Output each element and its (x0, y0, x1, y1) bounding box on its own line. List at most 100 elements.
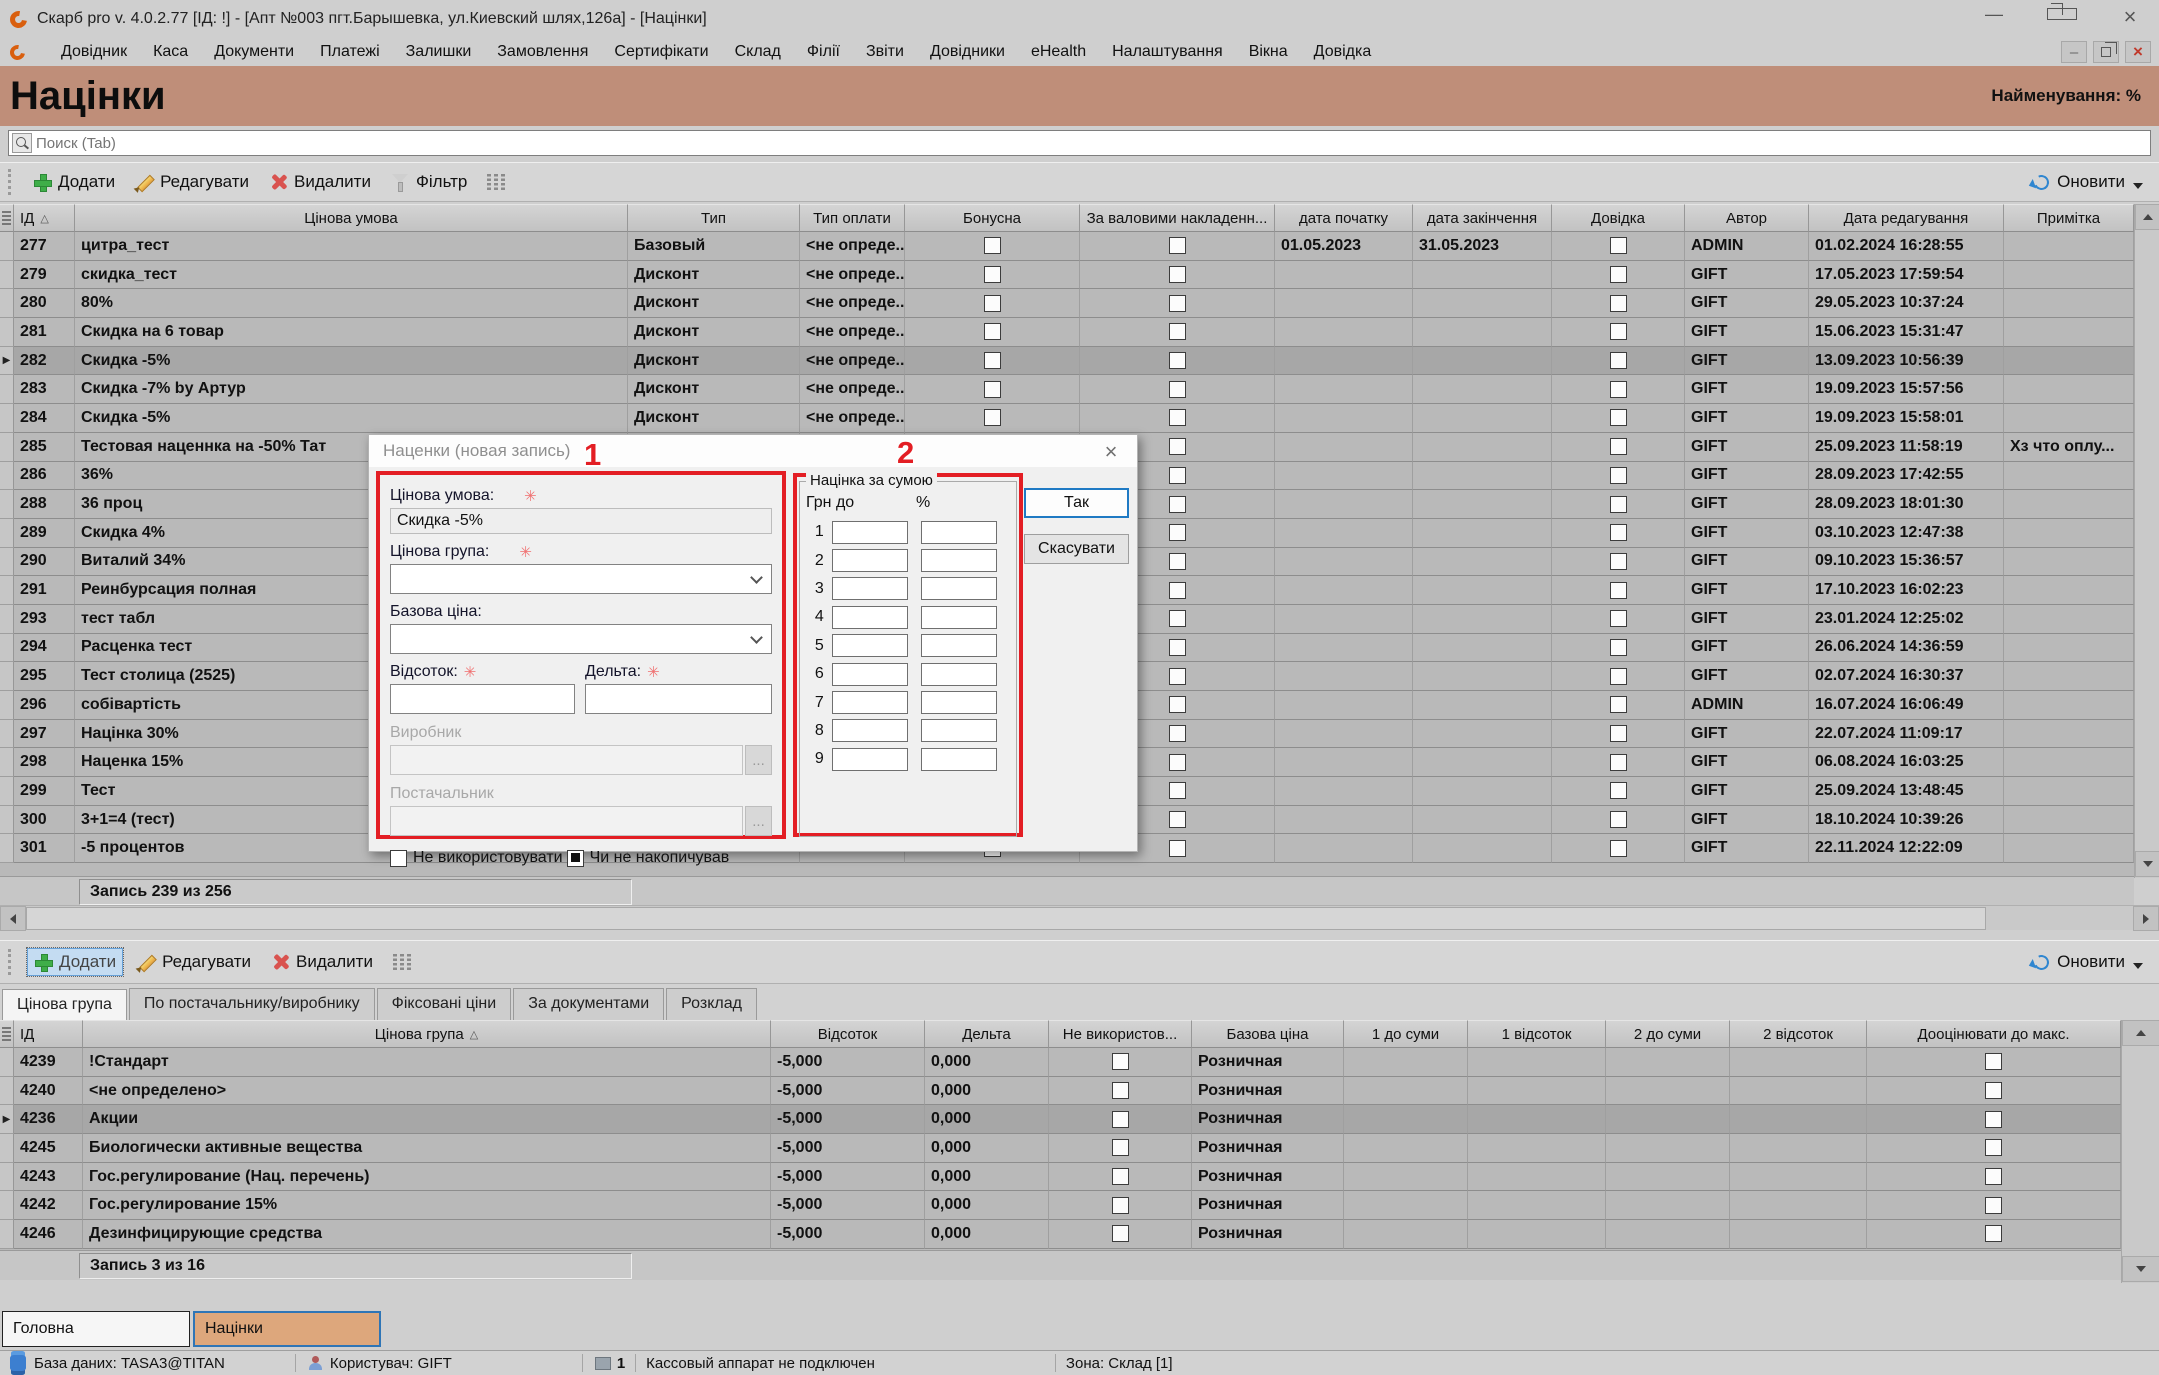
cell-s1[interactable] (1344, 1077, 1468, 1106)
cell-base[interactable]: Розничная (1192, 1048, 1344, 1077)
cell-id[interactable]: 279 (14, 261, 75, 290)
cell-p1[interactable] (1468, 1191, 1606, 1220)
cell-type[interactable]: Базовый (628, 232, 800, 261)
cell-s2[interactable] (1606, 1077, 1730, 1106)
column-header-max[interactable]: Дооцінювати до макс. (1867, 1020, 2121, 1048)
row-select-gutter[interactable] (0, 691, 14, 720)
cell-percent[interactable]: -5,000 (771, 1191, 925, 1220)
cell-date_from[interactable] (1275, 462, 1413, 491)
cell-author[interactable]: GIFT (1685, 748, 1809, 777)
search-box[interactable] (8, 130, 2151, 156)
cell-author[interactable]: GIFT (1685, 634, 1809, 663)
row-select-gutter[interactable] (0, 1048, 14, 1077)
cell-type[interactable]: Дисконт (628, 347, 800, 376)
cell-note[interactable] (2004, 490, 2134, 519)
bonus-checkbox[interactable] (984, 295, 1001, 312)
cell-base[interactable]: Розничная (1192, 1220, 1344, 1249)
cell-group[interactable]: <не определено> (83, 1077, 771, 1106)
cell-id[interactable]: 291 (14, 576, 75, 605)
mdi-minimize-button[interactable]: – (2061, 41, 2087, 63)
table-row[interactable]: 283Скидка -7% by АртурДисконт<не опреде.… (0, 375, 2134, 404)
cell-date_from[interactable] (1275, 490, 1413, 519)
gross-checkbox[interactable] (1169, 553, 1186, 570)
cell-author[interactable]: ADMIN (1685, 232, 1809, 261)
cell-author[interactable]: GIFT (1685, 375, 1809, 404)
cell-bonus[interactable] (905, 261, 1080, 290)
cell-author[interactable]: GIFT (1685, 289, 1809, 318)
percent-input-7[interactable] (921, 691, 997, 714)
percent-input[interactable] (390, 684, 575, 714)
row-select-gutter[interactable] (0, 261, 14, 290)
scroll-up-button[interactable] (2135, 204, 2159, 230)
cell-id[interactable]: 299 (14, 777, 75, 806)
cell-id[interactable]: 282 (14, 347, 75, 376)
cell-id[interactable]: 300 (14, 806, 75, 835)
cell-note[interactable] (2004, 318, 2134, 347)
menu-item-налаштування[interactable]: Налаштування (1112, 43, 1223, 61)
column-header-edited[interactable]: Дата редагування (1809, 204, 2004, 232)
cell-s1[interactable] (1344, 1134, 1468, 1163)
cell-id[interactable]: 295 (14, 662, 75, 691)
cell-id[interactable]: 280 (14, 289, 75, 318)
cell-help[interactable] (1552, 634, 1685, 663)
cell-date_from[interactable] (1275, 720, 1413, 749)
cell-p1[interactable] (1468, 1220, 1606, 1249)
cell-id[interactable]: 301 (14, 834, 75, 863)
cell-edited[interactable]: 22.11.2024 12:22:09 (1809, 834, 2004, 863)
cell-p2[interactable] (1730, 1077, 1867, 1106)
cell-pay[interactable]: <не опреде... (800, 289, 905, 318)
menu-item-довідники[interactable]: Довідники (930, 43, 1005, 61)
gross-checkbox[interactable] (1169, 725, 1186, 742)
gross-checkbox[interactable] (1169, 409, 1186, 426)
cell-note[interactable] (2004, 519, 2134, 548)
column-header-s2[interactable]: 2 до суми (1606, 1020, 1730, 1048)
cell-id[interactable]: 4245 (14, 1134, 83, 1163)
cell-max[interactable] (1867, 1105, 2121, 1134)
cell-date_from[interactable] (1275, 662, 1413, 691)
table-row[interactable]: 4245Биологически активные вещества-5,000… (0, 1134, 2121, 1163)
columns-button[interactable] (481, 171, 511, 193)
column-header-gross[interactable]: За валовими накладенн... (1080, 204, 1275, 232)
cell-author[interactable]: GIFT (1685, 548, 1809, 577)
menu-item-звіти[interactable]: Звіти (866, 43, 904, 61)
not_use-checkbox[interactable] (1112, 1053, 1129, 1070)
cell-date_to[interactable] (1413, 806, 1552, 835)
column-header-s1[interactable]: 1 до суми (1344, 1020, 1468, 1048)
cell-help[interactable] (1552, 662, 1685, 691)
cell-date_to[interactable] (1413, 347, 1552, 376)
cell-delta[interactable]: 0,000 (925, 1220, 1049, 1249)
cell-type[interactable]: Дисконт (628, 261, 800, 290)
cell-date_to[interactable] (1413, 490, 1552, 519)
cell-not_use[interactable] (1049, 1048, 1192, 1077)
cell-edited[interactable]: 03.10.2023 12:47:38 (1809, 519, 2004, 548)
table-row[interactable]: 277цитра_тестБазовый<не опреде...01.05.2… (0, 232, 2134, 261)
row-select-gutter[interactable] (0, 834, 14, 863)
row-select-gutter[interactable] (0, 1134, 14, 1163)
close-button[interactable]: × (2115, 4, 2145, 30)
menu-item-довідка[interactable]: Довідка (1314, 43, 1372, 61)
edit-button-bottom[interactable]: Редагувати (131, 949, 257, 975)
menu-item-філії[interactable]: Філії (807, 43, 840, 61)
cell-date_to[interactable] (1413, 261, 1552, 290)
cell-name[interactable]: Скидка -5% (75, 347, 628, 376)
cell-not_use[interactable] (1049, 1220, 1192, 1249)
cell-edited[interactable]: 19.09.2023 15:57:56 (1809, 375, 2004, 404)
bonus-checkbox[interactable] (984, 323, 1001, 340)
row-select-gutter[interactable] (0, 720, 14, 749)
cell-date_to[interactable] (1413, 289, 1552, 318)
cell-date_from[interactable] (1275, 433, 1413, 462)
ok-button[interactable]: Так (1024, 488, 1129, 518)
cell-note[interactable] (2004, 748, 2134, 777)
table-row[interactable]: 279скидка_тестДисконт<не опреде...GIFT17… (0, 261, 2134, 290)
cell-delta[interactable]: 0,000 (925, 1048, 1049, 1077)
menu-item-ehealth[interactable]: eHealth (1031, 43, 1086, 61)
cell-note[interactable] (2004, 462, 2134, 491)
uah-to-input-7[interactable] (832, 691, 908, 714)
cell-percent[interactable]: -5,000 (771, 1077, 925, 1106)
cell-author[interactable]: GIFT (1685, 605, 1809, 634)
row-select-gutter[interactable] (0, 634, 14, 663)
max-checkbox[interactable] (1985, 1168, 2002, 1185)
edit-button[interactable]: Редагувати (129, 169, 255, 195)
vertical-scrollbar-top[interactable] (2134, 204, 2159, 878)
help-checkbox[interactable] (1610, 840, 1627, 857)
